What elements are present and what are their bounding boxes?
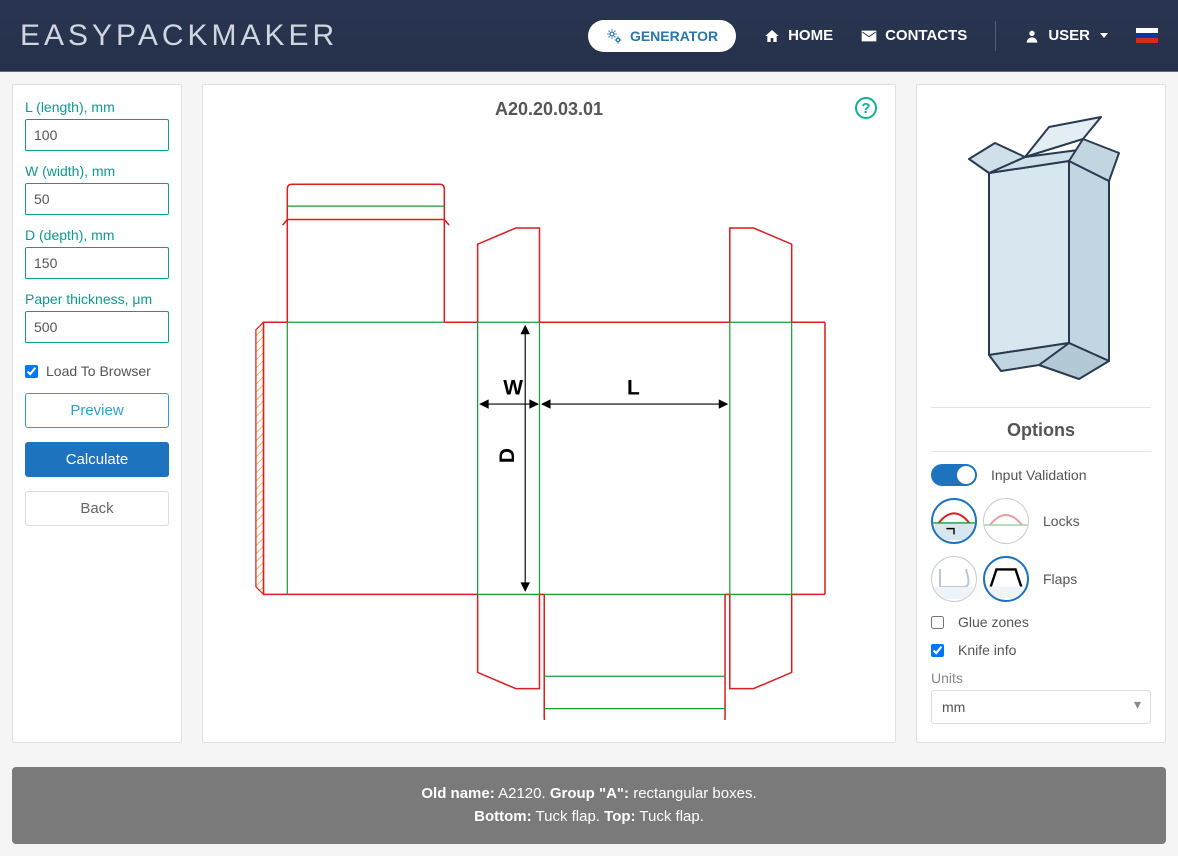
knife-info-label: Knife info (958, 642, 1016, 658)
top-value: Tuck flap. (639, 808, 703, 825)
flag-ru-icon[interactable] (1136, 28, 1158, 43)
dim-L-label: L (627, 377, 640, 400)
preview-panel: A20.20.03.01 ? (202, 84, 896, 743)
thickness-input[interactable] (25, 311, 169, 343)
sidebar-left: L (length), mm W (width), mm D (depth), … (12, 84, 182, 743)
width-input[interactable] (25, 183, 169, 215)
load-to-browser-checkbox[interactable] (25, 365, 38, 378)
dim-D-label: D (496, 448, 519, 463)
brand-logo: EasyPackMaker (20, 19, 338, 53)
user-icon (1024, 28, 1040, 44)
nav-home-label: HOME (788, 27, 833, 44)
help-icon[interactable]: ? (855, 97, 877, 119)
old-name-value: A2120. (498, 785, 546, 802)
nav-divider (995, 21, 996, 51)
length-input[interactable] (25, 119, 169, 151)
glue-zones-label: Glue zones (958, 614, 1029, 630)
locks-label: Locks (1043, 513, 1080, 529)
units-select[interactable]: mm (931, 690, 1151, 724)
back-button[interactable]: Back (25, 491, 169, 526)
divider (931, 407, 1151, 408)
depth-label: D (depth), mm (25, 227, 169, 243)
nav-user-label: USER (1048, 27, 1090, 44)
nav-contacts-label: CONTACTS (885, 27, 967, 44)
gears-icon (606, 28, 622, 44)
options-title: Options (931, 420, 1151, 441)
main-container: L (length), mm W (width), mm D (depth), … (0, 72, 1178, 755)
group-value: rectangular boxes. (633, 785, 756, 802)
nav-right: GENERATOR HOME CONTACTS USER (588, 20, 1158, 52)
calculate-button[interactable]: Calculate (25, 442, 169, 477)
template-code: A20.20.03.01 (211, 99, 887, 120)
group-label: Group "A": (550, 785, 629, 802)
box-3d-preview (931, 99, 1151, 399)
depth-input[interactable] (25, 247, 169, 279)
nav-contacts[interactable]: CONTACTS (861, 27, 967, 44)
navbar: EasyPackMaker GENERATOR HOME CONTACTS US… (0, 0, 1178, 72)
lock-style-1-button[interactable] (931, 498, 977, 544)
thickness-label: Paper thickness, μm (25, 291, 169, 307)
envelope-icon (861, 28, 877, 44)
load-to-browser-label: Load To Browser (46, 363, 151, 379)
length-label: L (length), mm (25, 99, 169, 115)
nav-home[interactable]: HOME (764, 27, 833, 44)
sidebar-right: Options Input Validation Locks (916, 84, 1166, 743)
bottom-label: Bottom: (474, 808, 531, 825)
home-icon (764, 28, 780, 44)
input-validation-toggle[interactable] (931, 464, 977, 486)
knife-info-checkbox[interactable] (931, 644, 944, 657)
top-label: Top: (604, 808, 635, 825)
dieline-preview: W L D (211, 130, 887, 720)
preview-button[interactable]: Preview (25, 393, 169, 428)
footer-info: Old name: A2120. Group "A": rectangular … (12, 767, 1166, 844)
dim-W-label: W (503, 377, 523, 400)
lock-style-2-button[interactable] (983, 498, 1029, 544)
generator-button[interactable]: GENERATOR (588, 20, 736, 52)
glue-zones-checkbox[interactable] (931, 616, 944, 629)
flap-style-1-button[interactable] (931, 556, 977, 602)
divider (931, 451, 1151, 452)
bottom-value: Tuck flap. (536, 808, 600, 825)
input-validation-label: Input Validation (991, 467, 1086, 483)
width-label: W (width), mm (25, 163, 169, 179)
flap-style-2-button[interactable] (983, 556, 1029, 602)
generator-label: GENERATOR (630, 28, 718, 44)
flaps-label: Flaps (1043, 571, 1077, 587)
nav-user[interactable]: USER (1024, 27, 1108, 44)
chevron-down-icon (1100, 33, 1108, 38)
units-label: Units (931, 670, 1151, 686)
old-name-label: Old name: (421, 785, 494, 802)
